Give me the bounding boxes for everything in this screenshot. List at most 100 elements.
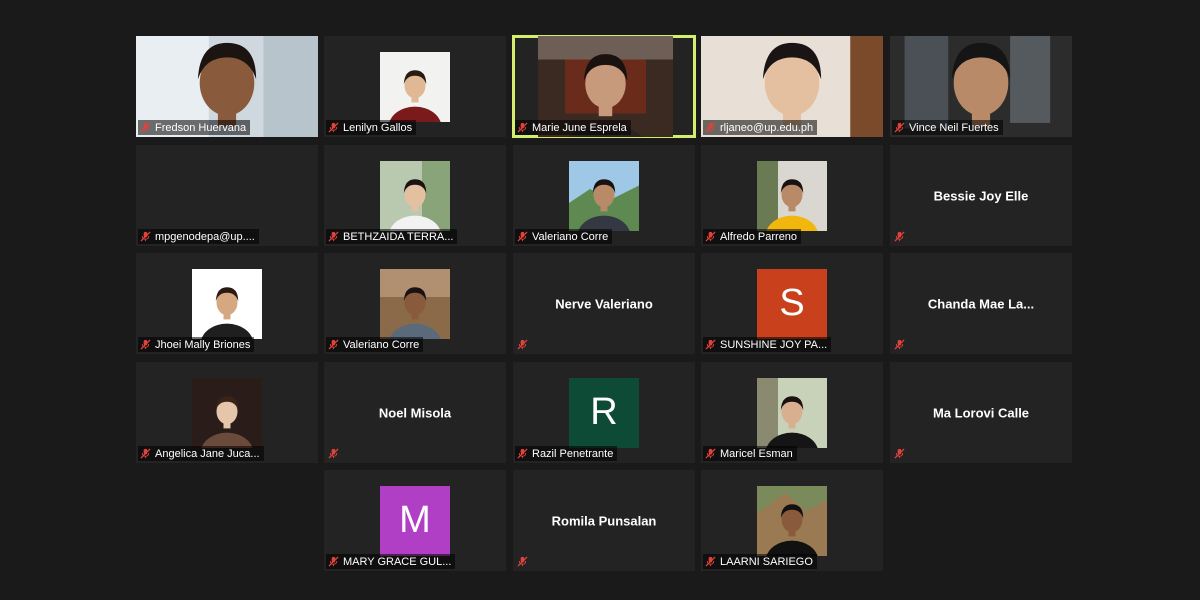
participant-name-label: Maricel Esman [703,446,797,461]
participant-name-label: Fredson Huervana [138,120,251,135]
mic-muted-icon [894,339,905,350]
participant-tile[interactable]: Fredson Huervana [136,36,318,137]
participant-name-label: SUNSHINE JOY PA... [703,337,832,352]
mic-muted-icon [705,556,716,567]
participant-name-label: Vince Neil Fuertes [892,120,1003,135]
participant-name: SUNSHINE JOY PA... [720,338,828,351]
mic-muted-icon [705,231,716,242]
participant-tile[interactable]: Chanda Mae La... [890,253,1072,354]
participant-tile[interactable]: mpgenodepa@up.... [136,145,318,246]
participant-name: Vince Neil Fuertes [909,121,999,134]
participant-name: Alfredo Parreno [720,230,798,243]
participant-name: mpgenodepa@up.... [155,230,255,243]
participant-name: Razil Penetrante [532,447,614,460]
mic-muted-icon [328,231,339,242]
mic-muted-icon [328,556,339,567]
participant-tile[interactable]: M MARY GRACE GUL... [324,470,506,571]
participant-video [192,377,262,448]
participant-tile[interactable]: S SUNSHINE JOY PA... [701,253,883,354]
mic-muted-icon [705,448,716,459]
participant-display-name: Chanda Mae La... [927,296,1035,311]
mic-muted-icon [328,339,339,350]
participant-tile[interactable]: LAARNI SARIEGO [701,470,883,571]
mic-muted-icon [517,556,528,567]
participant-tile[interactable]: Romila Punsalan [513,470,695,571]
participant-video [569,160,639,231]
mic-muted-icon [517,231,528,242]
meeting-gallery-view: { "accent_colors": {"active_speaker": "#… [0,0,1200,600]
participant-name-label: Marie June Esprela [515,120,631,135]
mic-muted-icon [705,122,716,133]
participant-display-name: Bessie Joy Elle [933,188,1029,203]
participant-name-label: mpgenodepa@up.... [138,229,259,244]
mic-muted-icon [140,122,151,133]
participant-tile[interactable]: Alfredo Parreno [701,145,883,246]
participant-display-name: Ma Lorovi Calle [932,405,1030,420]
participant-tile[interactable]: Jhoei Mally Briones [136,253,318,354]
participant-display-name: Romila Punsalan [551,513,657,528]
participant-video [380,51,450,122]
participant-name-label: Angelica Jane Juca... [138,446,264,461]
participant-tile[interactable]: Nerve Valeriano [513,253,695,354]
participant-name-label: Alfredo Parreno [703,229,802,244]
participant-name-label [892,446,913,461]
participant-tile[interactable]: Marie June Esprela [512,35,696,138]
participant-name: Fredson Huervana [155,121,247,134]
participant-name: Angelica Jane Juca... [155,447,260,460]
participant-name-label [515,337,536,352]
participant-name-label: Valeriano Corre [515,229,613,244]
participant-display-name: Nerve Valeriano [555,296,653,311]
participant-name-label: BETHZAIDA TERRA... [326,229,458,244]
participant-name: BETHZAIDA TERRA... [343,230,454,243]
participant-tile[interactable]: R Razil Penetrante [513,362,695,463]
participant-name: LAARNI SARIEGO [720,555,813,568]
mic-muted-icon [140,448,151,459]
participant-name-label: LAARNI SARIEGO [703,554,817,569]
participant-video [380,268,450,339]
participant-tile[interactable]: Lenilyn Gallos [324,36,506,137]
participant-tile[interactable]: Bessie Joy Elle [890,145,1072,246]
mic-muted-icon [894,122,905,133]
participant-name-label: Lenilyn Gallos [326,120,417,135]
participant-tile[interactable]: Angelica Jane Juca... [136,362,318,463]
participant-name-label [892,337,913,352]
participant-tile[interactable]: Valeriano Corre [513,145,695,246]
participant-video [757,377,827,448]
participant-name-label: rljaneo@up.edu.ph [703,120,818,135]
participant-video [757,160,827,231]
mic-muted-icon [328,122,339,133]
participant-name: Valeriano Corre [343,338,420,351]
participant-name-label [326,446,347,461]
participant-name: Valeriano Corre [532,230,609,243]
mic-muted-icon [894,448,905,459]
participant-tile[interactable]: Maricel Esman [701,362,883,463]
participant-tile[interactable]: Ma Lorovi Calle [890,362,1072,463]
participant-name: Marie June Esprela [532,121,627,134]
participant-video [757,485,827,556]
participant-name-label [892,229,913,244]
mic-muted-icon [140,231,151,242]
participant-display-name: Noel Misola [378,405,452,420]
mic-muted-icon [517,122,528,133]
avatar: S [757,268,827,339]
participant-name-label: MARY GRACE GUL... [326,554,456,569]
participant-name: Jhoei Mally Briones [155,338,251,351]
avatar: M [380,485,450,556]
participant-video [380,160,450,231]
participant-tile[interactable]: Vince Neil Fuertes [890,36,1072,137]
mic-muted-icon [705,339,716,350]
mic-muted-icon [140,339,151,350]
mic-muted-icon [894,231,905,242]
participant-tile[interactable]: BETHZAIDA TERRA... [324,145,506,246]
participant-name: Lenilyn Gallos [343,121,413,134]
participant-name: MARY GRACE GUL... [343,555,452,568]
participant-name-label: Jhoei Mally Briones [138,337,255,352]
participant-name-label: Razil Penetrante [515,446,618,461]
mic-muted-icon [517,448,528,459]
participant-name-label: Valeriano Corre [326,337,424,352]
participant-tile[interactable]: Noel Misola [324,362,506,463]
avatar: R [569,377,639,448]
participant-tile[interactable]: Valeriano Corre [324,253,506,354]
participant-tile[interactable]: rljaneo@up.edu.ph [701,36,883,137]
mic-muted-icon [328,448,339,459]
